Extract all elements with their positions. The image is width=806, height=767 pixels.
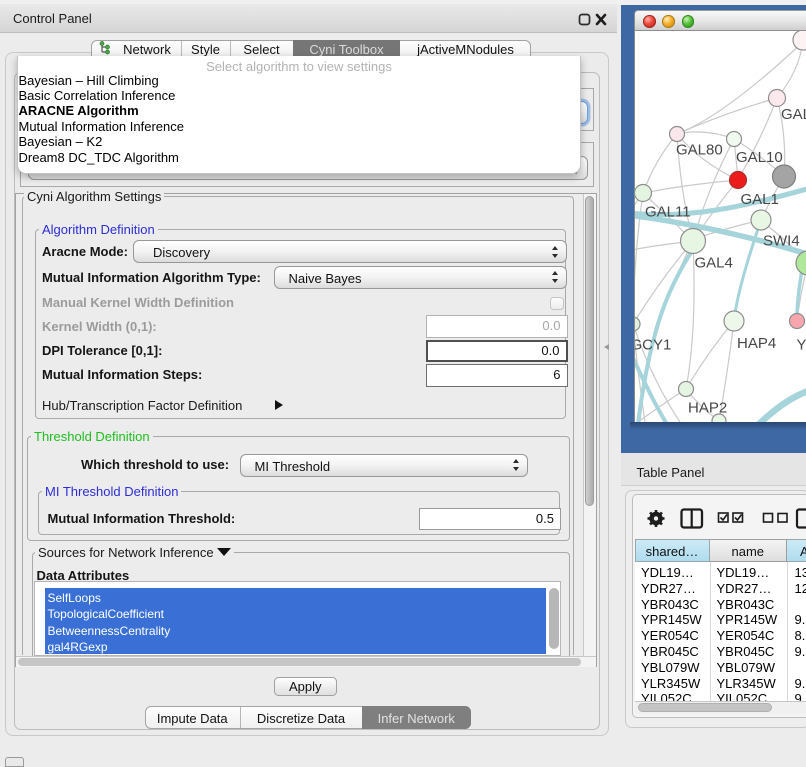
- svg-text:GCY1: GCY1: [635, 337, 671, 354]
- svg-text:GAL2: GAL2: [781, 106, 806, 123]
- svg-text:GAL11: GAL11: [645, 204, 691, 221]
- svg-text:SWI4: SWI4: [763, 233, 800, 250]
- svg-text:GAL1: GAL1: [741, 191, 779, 208]
- svg-text:HAP4: HAP4: [737, 335, 776, 352]
- svg-text:Y: Y: [797, 337, 806, 354]
- svg-text:HAP2: HAP2: [688, 400, 727, 417]
- svg-text:GAL80: GAL80: [676, 142, 723, 159]
- svg-text:GAL4: GAL4: [695, 255, 733, 272]
- svg-text:GAL10: GAL10: [736, 149, 783, 166]
